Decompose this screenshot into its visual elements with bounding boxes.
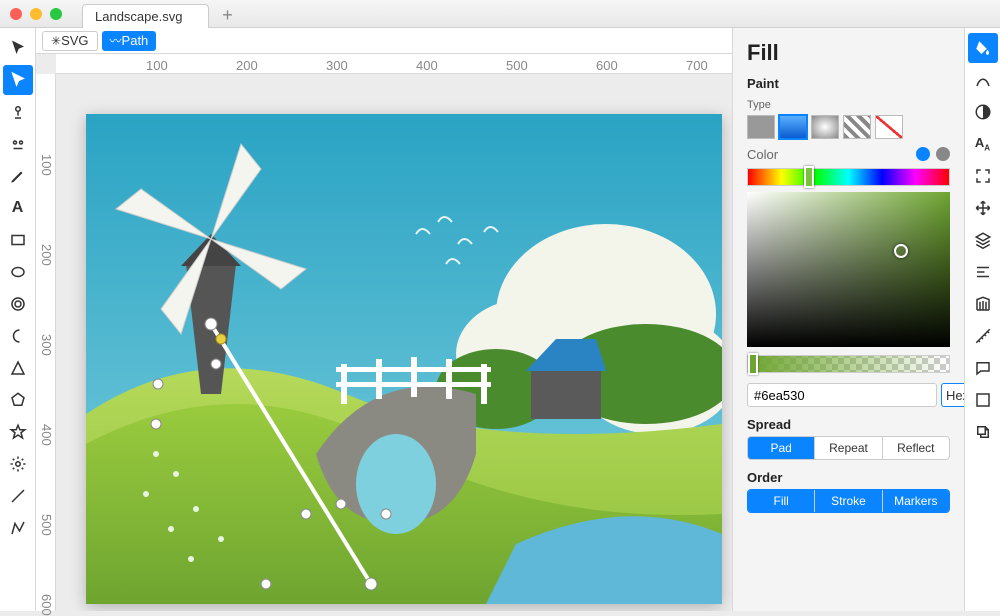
transform-icon[interactable] [968, 385, 998, 415]
add-tab-button[interactable]: + [215, 5, 239, 26]
ring-tool[interactable] [3, 289, 33, 319]
tab-filename: Landscape.svg [95, 9, 182, 24]
alpha-thumb[interactable] [748, 353, 758, 375]
hex-input[interactable] [747, 383, 937, 407]
order-fill[interactable]: Fill [748, 490, 815, 512]
order-heading: Order [747, 470, 950, 485]
chat-icon[interactable] [968, 353, 998, 383]
canvas[interactable] [86, 114, 722, 604]
paint-type-linear[interactable] [779, 115, 807, 139]
text-tool[interactable]: A [3, 193, 33, 223]
polygon-tool[interactable] [3, 385, 33, 415]
window-titlebar: Landscape.svg + [0, 0, 1000, 28]
crescent-tool[interactable] [3, 321, 33, 351]
pen-add-tool[interactable] [3, 97, 33, 127]
inspector-tabs: AA [964, 28, 1000, 611]
swatch-a[interactable] [916, 147, 930, 161]
fill-tab-icon[interactable] [968, 33, 998, 63]
pen-remove-tool[interactable] [3, 129, 33, 159]
order-markers[interactable]: Markers [883, 490, 949, 512]
alpha-slider[interactable] [747, 355, 950, 373]
breadcrumb-bar: ✳ SVG 〰 Path [36, 28, 732, 54]
ellipse-tool[interactable] [3, 257, 33, 287]
spread-heading: Spread [747, 417, 950, 432]
swatch-b[interactable] [936, 147, 950, 161]
pointer-tool[interactable] [3, 33, 33, 63]
hue-thumb[interactable] [804, 166, 814, 188]
breadcrumb-root[interactable]: ✳ SVG [42, 31, 98, 51]
triangle-tool[interactable] [3, 353, 33, 383]
paint-type-radial[interactable] [811, 115, 839, 139]
hue-slider[interactable] [747, 168, 950, 186]
color-mode-select[interactable]: Hex [941, 383, 964, 407]
align-icon[interactable] [968, 257, 998, 287]
contrast-icon[interactable] [968, 97, 998, 127]
fullscreen-icon[interactable] [968, 161, 998, 191]
order-segmented: Fill Stroke Markers [747, 489, 950, 513]
minimize-window-icon[interactable] [30, 8, 42, 20]
export-icon[interactable] [968, 417, 998, 447]
pencil-tool[interactable] [3, 161, 33, 191]
gear-tool[interactable] [3, 449, 33, 479]
ruler-horizontal: 100200300400500600700 [56, 54, 732, 74]
zoom-window-icon[interactable] [50, 8, 62, 20]
direct-select-tool[interactable] [3, 65, 33, 95]
close-window-icon[interactable] [10, 8, 22, 20]
typography-icon[interactable]: AA [968, 129, 998, 159]
measure-icon[interactable] [968, 321, 998, 351]
artwork-landscape [86, 114, 722, 604]
paint-type-row [747, 115, 950, 139]
paint-type-pattern[interactable] [843, 115, 871, 139]
paint-heading: Paint [747, 76, 950, 91]
move-icon[interactable] [968, 193, 998, 223]
paint-type-none[interactable] [875, 115, 903, 139]
breadcrumb-current[interactable]: 〰 Path [102, 31, 157, 51]
inspector-panel: Fill Paint Type Color Hex Spread Pad [732, 28, 964, 611]
layers-icon[interactable] [968, 225, 998, 255]
type-label: Type [747, 99, 950, 111]
sv-thumb[interactable] [894, 244, 908, 258]
stroke-tab-icon[interactable] [968, 65, 998, 95]
spread-pad[interactable]: Pad [748, 437, 815, 459]
spread-repeat[interactable]: Repeat [815, 437, 882, 459]
rect-tool[interactable] [3, 225, 33, 255]
spread-reflect[interactable]: Reflect [883, 437, 949, 459]
star-tool[interactable] [3, 417, 33, 447]
panel-title: Fill [747, 40, 950, 66]
order-stroke[interactable]: Stroke [815, 490, 882, 512]
spread-segmented: Pad Repeat Reflect [747, 436, 950, 460]
path-tool[interactable] [3, 513, 33, 543]
color-label: Color [747, 147, 950, 162]
document-tab[interactable]: Landscape.svg [82, 4, 209, 28]
ruler-vertical: 100200300400500600 [36, 74, 56, 611]
paint-type-flat[interactable] [747, 115, 775, 139]
line-tool[interactable] [3, 481, 33, 511]
tool-palette: A [0, 28, 36, 611]
saturation-value-area[interactable] [747, 192, 950, 347]
traffic-lights [10, 8, 62, 20]
library-icon[interactable] [968, 289, 998, 319]
